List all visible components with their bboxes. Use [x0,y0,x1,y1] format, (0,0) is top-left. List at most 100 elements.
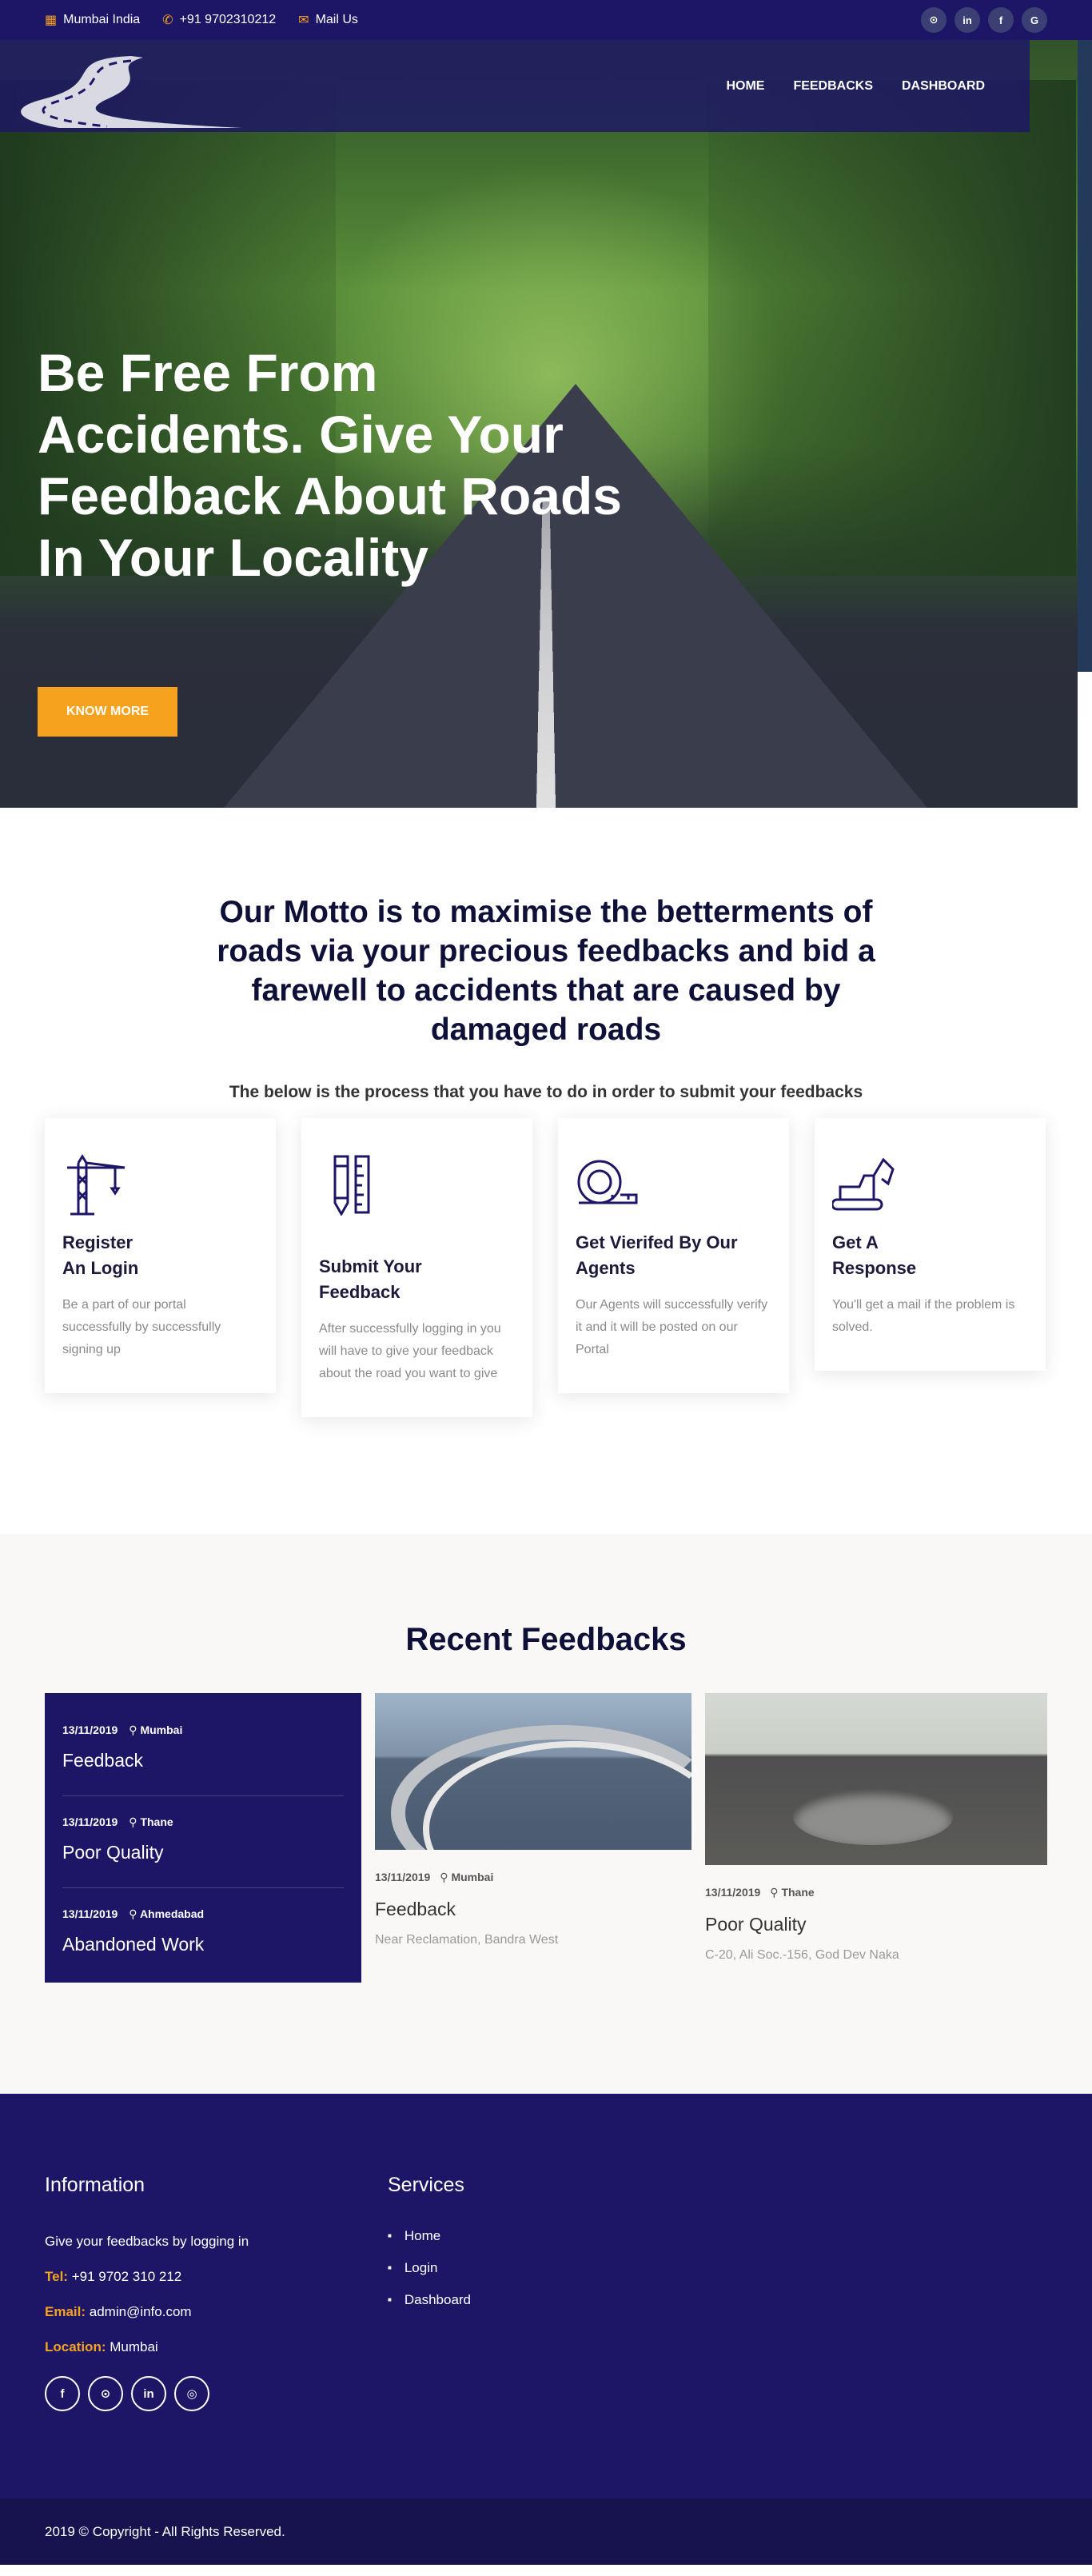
footer-info-heading: Information [45,2174,145,2196]
step-title-line1: Register [62,1232,134,1252]
list-item[interactable]: 13/11/2019 ⚲ Ahmedabad Abandoned Work [62,1907,344,1955]
feedback-date: 13/11/2019 [62,1907,118,1920]
know-more-button[interactable]: KNOW MORE [38,687,177,737]
step-title: Get Vierifed By Our Agents [576,1230,771,1281]
feedback-address: Near Reclamation, Bandra West [375,1933,559,1947]
step-card-response: Get A Response You'll get a mail if the p… [815,1118,1046,1371]
phone-info[interactable]: ✆ +91 9702310212 [162,12,276,28]
feedback-title: Abandoned Work [62,1934,205,1955]
nav-feedbacks[interactable]: FEEDBACKS [793,79,873,94]
motto-title: Our Motto is to maximise the betterments… [217,895,875,1047]
feedback-date: 13/11/2019 [705,1886,761,1899]
step-title: Get A Response [832,1230,1028,1281]
step-text: Our Agents will successfully verify it a… [576,1298,768,1356]
email-label: Email: [45,2304,86,2319]
top-bar: ▦ Mumbai India ✆ +91 9702310212 ✉ Mail Us ⊙… [0,0,1092,40]
map-pin-icon: ⚲ [129,1815,137,1828]
step-title-line1: Get A [832,1232,879,1252]
step-title-line1: Submit Your [319,1256,422,1276]
main-navbar: HOME FEEDBACKS DASHBOARD [0,40,1030,132]
feedback-title[interactable]: Poor Quality [705,1914,1047,1935]
feedback-title[interactable]: Feedback [375,1899,691,1920]
recent-feedbacks-section: Recent Feedbacks 13/11/2019 ⚲ Mumbai Feed… [0,1534,1092,2094]
map-pin-icon: ⚲ [129,1907,137,1920]
list-item[interactable]: 13/11/2019 ⚲ Thane Poor Quality [62,1815,344,1888]
step-text: You'll get a mail if the problem is solv… [832,1298,1015,1334]
copyright-bar: 2019 © Copyright - All Rights Reserved. [0,2498,1092,2565]
feedback-city-text: Thane [781,1886,815,1899]
tel-label: Tel: [45,2269,68,2284]
nav-home[interactable]: HOME [726,79,764,94]
crane-icon [67,1154,126,1216]
location-info: ▦ Mumbai India [45,12,140,28]
feedback-city: ⚲ Ahmedabad [129,1907,204,1921]
hero-edge-strip [1078,40,1092,672]
footer: Information Give your feedbacks by loggi… [0,2094,1092,2498]
step-title: Register An Login [62,1230,258,1281]
footer-tel: Tel: +91 9702 310 212 [45,2259,249,2294]
linkedin-icon[interactable]: in [131,2376,166,2411]
feedback-city: ⚲ Mumbai [440,1871,493,1884]
feedback-title: Poor Quality [62,1842,164,1863]
step-title-line2: Response [832,1258,917,1278]
pothole-image [705,1693,1047,1865]
feedback-title: Feedback [62,1750,144,1771]
feedback-date: 13/11/2019 [375,1871,431,1883]
feedback-city: ⚲ Thane [129,1815,173,1829]
mail-link[interactable]: ✉ Mail Us [298,12,358,28]
footer-link-home[interactable]: Home [388,2221,471,2253]
linkedin-icon[interactable]: in [955,7,980,33]
step-card-verify: Get Vierifed By Our Agents Our Agents wil… [558,1118,789,1393]
google-icon[interactable]: G [1022,7,1047,33]
bridge-image [375,1693,691,1850]
footer-location: Location: Mumbai [45,2330,249,2365]
tape-measure-icon [577,1160,638,1204]
mail-text: Mail Us [315,13,358,26]
process-subtitle: The below is the process that you have t… [229,1083,863,1101]
facebook-icon[interactable]: f [45,2376,80,2411]
footer-services-heading: Services [388,2174,464,2196]
github-icon[interactable]: ⊙ [88,2376,123,2411]
feedback-city-text: Mumbai [451,1871,494,1883]
feedback-city-text: Mumbai [140,1723,183,1736]
pencil-ruler-icon [333,1155,370,1217]
hero-headline: Be Free From Accidents. Give Your Feedba… [38,343,622,587]
feedback-city: ⚲ Thane [770,1886,814,1899]
feedback-city-text: Ahmedabad [139,1907,205,1920]
phone-icon: ✆ [162,14,173,27]
hero-edge-gap [1078,672,1092,808]
step-title: Submit Your Feedback [319,1254,515,1305]
nav-dashboard[interactable]: DASHBOARD [902,79,985,94]
footer-email: Email: admin@info.com [45,2294,249,2330]
feedback-card-thane[interactable]: 13/11/2019 ⚲ Thane Poor Quality C-20, Ali… [705,1693,1047,1963]
tel-value[interactable]: +91 9702 310 212 [72,2269,182,2284]
feedback-list: 13/11/2019 ⚲ Mumbai Feedback 13/11/2019 ⚲ … [45,1693,361,1983]
road-logo-icon[interactable] [11,51,243,131]
email-value[interactable]: admin@info.com [90,2304,192,2319]
hero-section: HOME FEEDBACKS DASHBOARD Be Free From Ac… [0,0,1092,808]
feedback-city: ⚲ Mumbai [129,1723,182,1737]
location-text: Mumbai India [63,13,141,26]
copyright-text: 2019 © Copyright - All Rights Reserved. [45,2523,285,2539]
feedback-card-mumbai[interactable]: 13/11/2019 ⚲ Mumbai Feedback Near Reclama… [375,1693,691,1947]
step-title-line1: Get Vierifed By Our [576,1232,738,1252]
footer-information: Information Give your feedbacks by loggi… [45,2174,249,2411]
envelope-icon: ✉ [298,14,309,27]
step-title-line2: An Login [62,1258,139,1278]
feedback-city-text: Thane [140,1815,173,1828]
instagram-icon[interactable]: ◎ [174,2376,209,2411]
footer-link-dashboard[interactable]: Dashboard [388,2285,471,2317]
facebook-icon[interactable]: f [988,7,1014,33]
step-card-register: Register An Login Be a part of our portal… [45,1118,276,1393]
excavator-icon [831,1157,895,1211]
github-icon[interactable]: ⊙ [921,7,947,33]
footer-info-text: Give your feedbacks by logging in [45,2234,249,2249]
step-card-submit: Submit Your Feedback After successfully l… [301,1118,532,1417]
step-text: Be a part of our portal successfully by … [62,1298,221,1356]
feedback-address: C-20, Ali Soc.-156, God Dev Naka [705,1948,899,1962]
step-title-line2: Agents [576,1258,636,1278]
feedbacks-heading: Recent Feedbacks [405,1622,687,1657]
list-item[interactable]: 13/11/2019 ⚲ Mumbai Feedback [62,1723,344,1796]
footer-link-login[interactable]: Login [388,2253,471,2285]
step-title-line2: Feedback [319,1282,401,1302]
